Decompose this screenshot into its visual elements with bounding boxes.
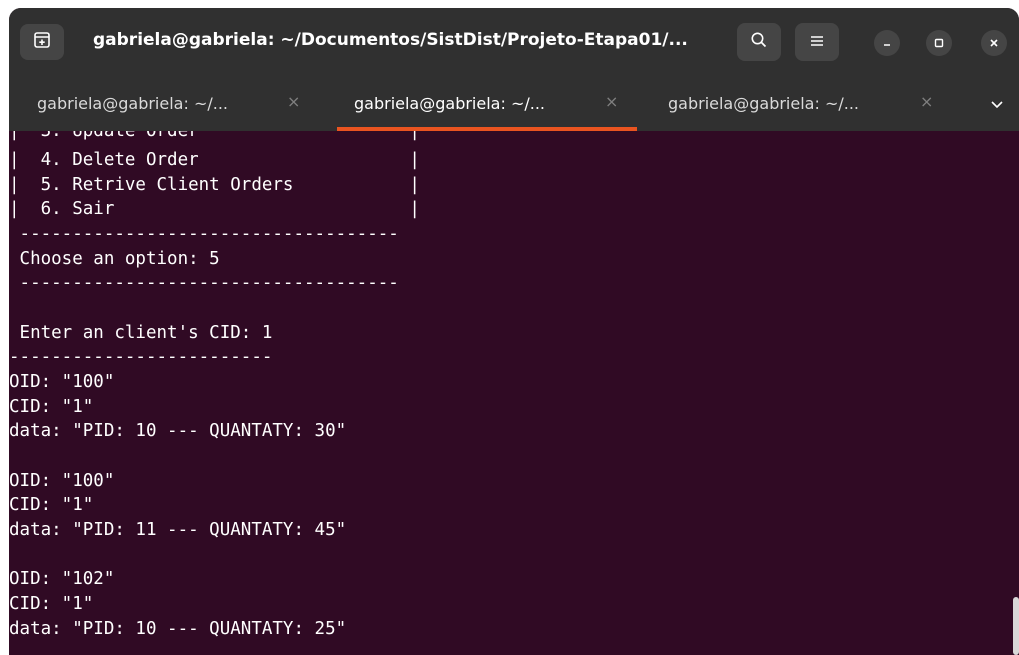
terminal-line: CID: "1" — [9, 594, 94, 614]
close-icon — [988, 34, 1000, 53]
terminal-line: data: "PID: 11 --- QUANTATY: 45" — [9, 520, 347, 540]
tab-bar: gabriela@gabriela: ~/... × gabriela@gabr… — [9, 79, 1019, 131]
maximize-icon — [933, 34, 945, 53]
tab-label: gabriela@gabriela: ~/... — [668, 94, 859, 113]
tab-close-button[interactable]: × — [287, 92, 300, 111]
tab-3[interactable]: gabriela@gabriela: ~/... × — [653, 79, 969, 131]
tab-label: gabriela@gabriela: ~/... — [354, 94, 545, 113]
tab-label: gabriela@gabriela: ~/... — [37, 94, 228, 113]
terminal-line: | 4. Delete Order | — [9, 150, 420, 170]
terminal-line: ------------------------------------ — [9, 273, 399, 293]
tab-2-active[interactable]: gabriela@gabriela: ~/... × — [337, 79, 637, 131]
terminal-line: Choose an option: 5 — [9, 249, 220, 269]
terminal-line: data: "PID: 10 --- QUANTATY: 25" — [9, 619, 347, 639]
search-button[interactable] — [737, 23, 781, 61]
chevron-down-icon — [985, 101, 1009, 121]
maximize-button[interactable] — [926, 30, 952, 56]
hamburger-menu-icon — [809, 33, 825, 52]
terminal-line: data: "PID: 10 --- QUANTATY: 30" — [9, 421, 347, 441]
terminal-line: OID: "102" — [9, 569, 115, 589]
header-bar[interactable]: gabriela@gabriela: ~/Documentos/SistDist… — [9, 8, 1019, 79]
new-tab-button[interactable] — [20, 24, 64, 60]
close-window-button[interactable] — [981, 30, 1007, 56]
terminal-line: OID: "100" — [9, 372, 115, 392]
minimize-icon — [881, 34, 893, 53]
tab-1[interactable]: gabriela@gabriela: ~/... × — [9, 79, 325, 131]
terminal-line: Enter an client's CID: 1 — [9, 323, 273, 343]
terminal-line: | 5. Retrive Client Orders | — [9, 175, 420, 195]
terminal-line: | 3. Update Order | — [9, 131, 420, 141]
terminal-output[interactable]: | 3. Update Order | | 4. Delete Order | … — [9, 131, 1019, 655]
minimize-button[interactable] — [874, 30, 900, 56]
new-tab-icon — [33, 31, 51, 53]
tab-close-button[interactable]: × — [605, 92, 618, 111]
terminal-line: ------------------------- — [9, 347, 273, 367]
terminal-scrollbar[interactable] — [1013, 597, 1019, 655]
window-title: gabriela@gabriela: ~/Documentos/SistDist… — [93, 30, 688, 50]
tab-list-button[interactable] — [985, 91, 1009, 117]
terminal-line: OID: "100" — [9, 471, 115, 491]
tab-close-button[interactable]: × — [920, 92, 933, 111]
search-icon — [750, 31, 768, 53]
terminal-line: CID: "1" — [9, 495, 94, 515]
terminal-line: ------------------------------------ — [9, 224, 399, 244]
terminal-line: | 6. Sair | — [9, 199, 420, 219]
terminal-window: gabriela@gabriela: ~/Documentos/SistDist… — [9, 8, 1019, 655]
main-menu-button[interactable] — [795, 23, 839, 61]
terminal-line: CID: "1" — [9, 397, 94, 417]
